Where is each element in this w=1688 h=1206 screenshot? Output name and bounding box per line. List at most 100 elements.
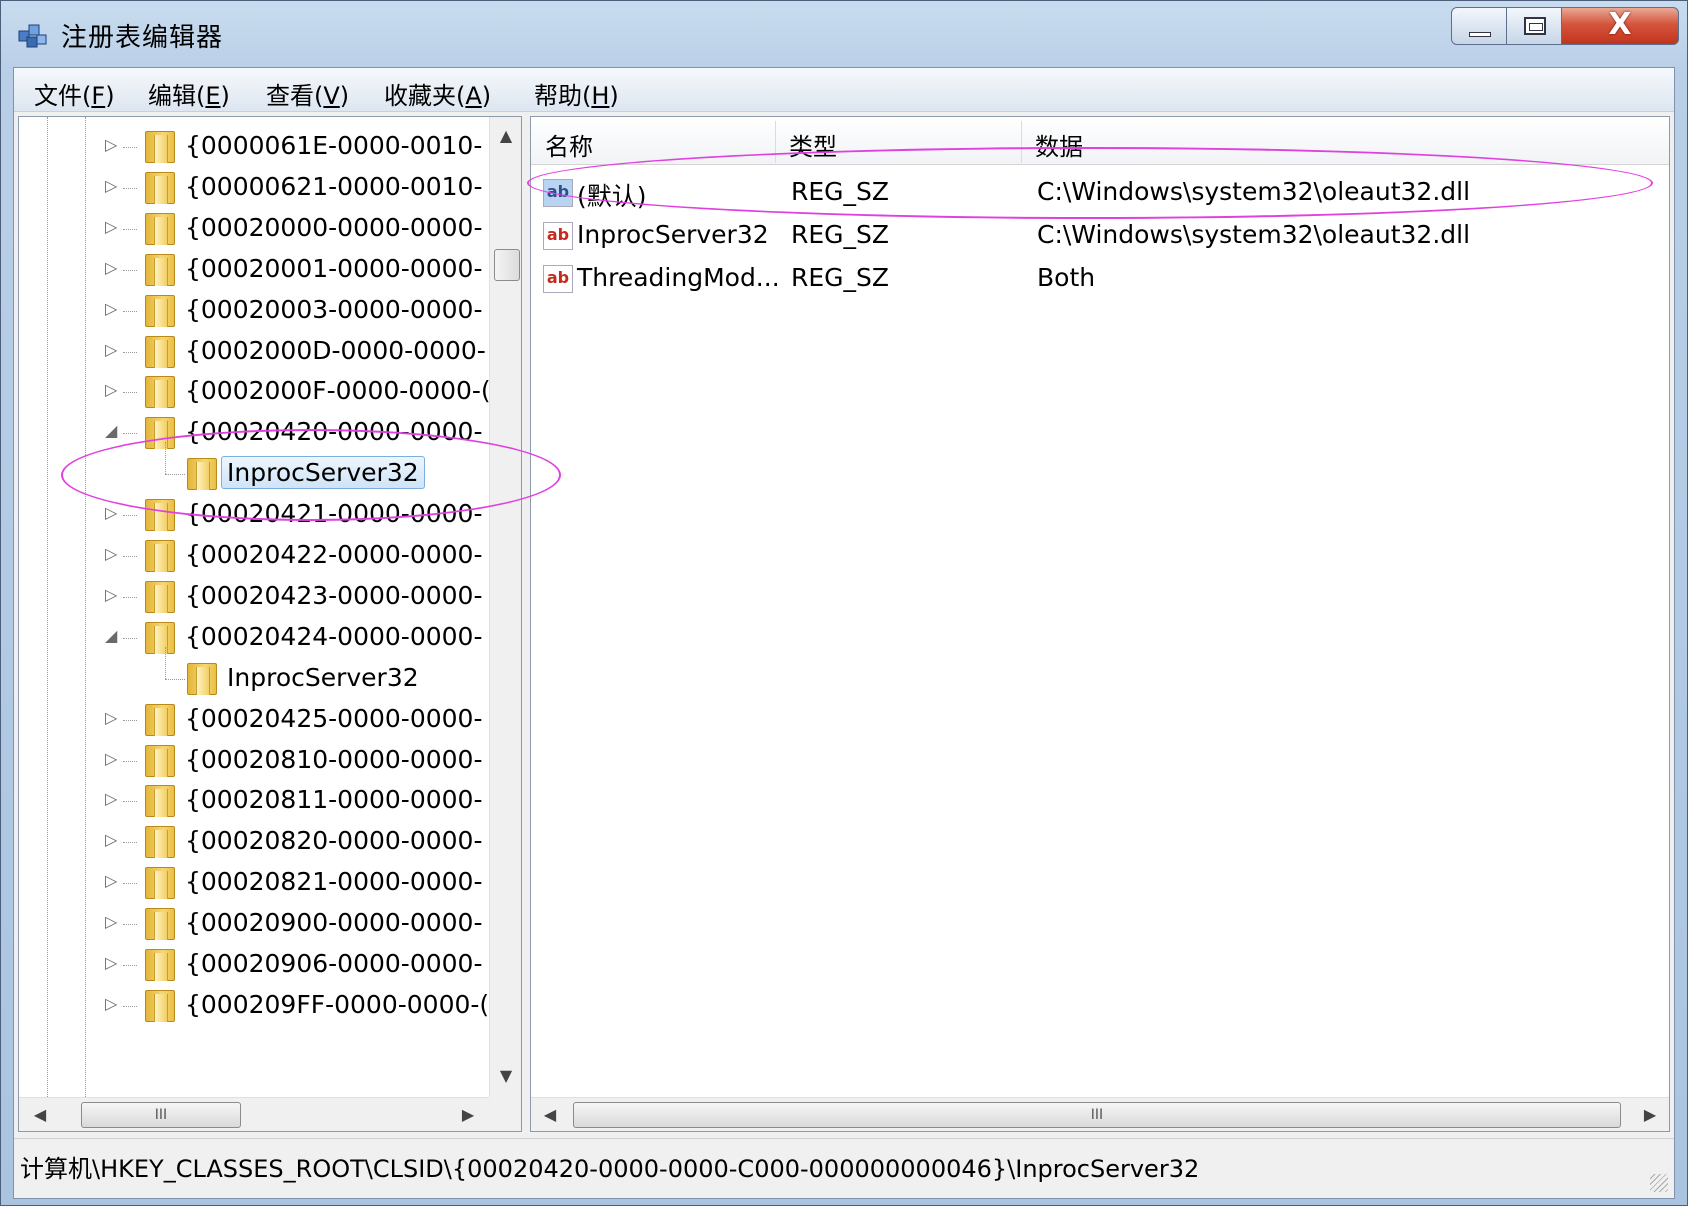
tree-item[interactable]: ▷ {00020906-0000-0000- — [19, 943, 489, 987]
status-bar: 计算机\HKEY_CLASSES_ROOT\CLSID\{00020420-00… — [14, 1138, 1674, 1198]
tree-item-label: {0002000D-0000-0000- — [185, 335, 486, 365]
column-separator[interactable] — [775, 121, 776, 163]
value-list-pane[interactable]: 名称 类型 数据 ◀ III ▶ ab (默认) REG_SZ C:\Windows\… — [530, 116, 1670, 1132]
pane-splitter[interactable] — [522, 116, 530, 1132]
collapsed-arrow-icon[interactable]: ▷ — [105, 953, 121, 973]
tree-item[interactable]: ▷ {00020821-0000-0000- — [19, 861, 489, 905]
tree-item-label: {000209FF-0000-0000-( — [185, 989, 490, 1019]
tree-hscroll-thumb[interactable]: III — [81, 1102, 241, 1128]
tree-scroll-thumb[interactable] — [494, 249, 520, 281]
tree-item[interactable]: ▷ {0002000D-0000-0000- — [19, 330, 489, 374]
collapsed-arrow-icon[interactable]: ▷ — [105, 585, 121, 605]
resize-grip-icon[interactable] — [1650, 1174, 1668, 1192]
list-hscroll-thumb[interactable]: III — [573, 1102, 1621, 1128]
close-button[interactable]: X — [1561, 7, 1679, 45]
collapsed-arrow-icon[interactable]: ▷ — [105, 871, 121, 891]
tree-item[interactable]: ▷ {00020000-0000-0000- — [19, 207, 489, 251]
tree-item[interactable]: ▷ {00020003-0000-0000- — [19, 289, 489, 333]
minimize-icon — [1469, 32, 1491, 37]
tree-item[interactable]: ▷ {0000061E-0000-0010- — [19, 125, 489, 169]
tree-item-label: {00020811-0000-0000- — [185, 785, 483, 815]
collapsed-arrow-icon[interactable]: ▷ — [105, 912, 121, 932]
tree-item[interactable]: ▷ {000209FF-0000-0000-( — [19, 984, 489, 1028]
tree-item[interactable]: ▷ {00020810-0000-0000- — [19, 739, 489, 783]
string-value-icon: ab — [543, 265, 573, 293]
menu-item-0[interactable]: 文件(F) — [26, 74, 123, 113]
tree-item[interactable]: ▷ {0002000F-0000-0000-( — [19, 370, 491, 414]
value-data: C:\Windows\system32\oleaut32.dll — [1037, 177, 1471, 206]
collapsed-arrow-icon[interactable]: ▷ — [105, 258, 121, 278]
collapsed-arrow-icon[interactable]: ▷ — [105, 299, 121, 319]
tree-item[interactable]: ▷ {00020423-0000-0000- — [19, 575, 489, 619]
expanded-arrow-icon[interactable]: ◢ — [105, 626, 121, 646]
tree-item[interactable]: ▷ {00020421-0000-0000- — [19, 493, 489, 537]
column-separator[interactable] — [1021, 121, 1022, 163]
column-header-name[interactable]: 名称 — [545, 127, 593, 162]
tree-item[interactable]: ▷ {00020900-0000-0000- — [19, 902, 489, 946]
scroll-down-arrow-icon[interactable]: ▼ — [490, 1061, 521, 1091]
tree-item[interactable]: ◢ {00020424-0000-0000- — [19, 616, 489, 660]
column-header-type[interactable]: 类型 — [789, 127, 837, 162]
scroll-left-arrow-icon[interactable]: ◀ — [25, 1100, 55, 1130]
scroll-right-arrow-icon[interactable]: ▶ — [1635, 1100, 1665, 1130]
scroll-up-arrow-icon[interactable]: ▲ — [490, 121, 521, 151]
tree-item[interactable]: ▷ {00020811-0000-0000- — [19, 779, 489, 823]
collapsed-arrow-icon[interactable]: ▷ — [105, 830, 121, 850]
scroll-right-arrow-icon[interactable]: ▶ — [453, 1100, 483, 1130]
tree-connector — [123, 556, 137, 557]
tree-item[interactable]: ▷ {00020001-0000-0000- — [19, 248, 489, 292]
expanded-arrow-icon[interactable]: ◢ — [105, 421, 121, 441]
tree-connector — [165, 442, 166, 475]
collapsed-arrow-icon[interactable]: ▷ — [105, 994, 121, 1014]
tree-item[interactable]: ▷ {00020422-0000-0000- — [19, 534, 489, 578]
collapsed-arrow-icon[interactable]: ▷ — [105, 708, 121, 728]
tree-item-label: {00020425-0000-0000- — [185, 703, 483, 733]
key-tree-pane[interactable]: ▲ ▼ ◀ III ▶ ▷ {0000061E-0000-0010- ▷ {00000… — [18, 116, 522, 1132]
list-horizontal-scrollbar[interactable]: ◀ III ▶ — [531, 1097, 1669, 1131]
folder-icon — [145, 867, 175, 900]
menu-item-4[interactable]: 帮助(H) — [526, 74, 627, 113]
title-bar[interactable]: 注册表编辑器 X — [1, 1, 1687, 67]
collapsed-arrow-icon[interactable]: ▷ — [105, 789, 121, 809]
collapsed-arrow-icon[interactable]: ▷ — [105, 380, 121, 400]
tree-item-label: {0000061E-0000-0010- — [185, 131, 483, 160]
menu-label-end: ) — [339, 82, 350, 110]
minimize-button[interactable] — [1451, 7, 1507, 45]
folder-icon — [187, 458, 217, 491]
collapsed-arrow-icon[interactable]: ▷ — [105, 544, 121, 564]
tree-item[interactable]: ▷ {00020820-0000-0000- — [19, 820, 489, 864]
tree-vertical-scrollbar[interactable]: ▲ ▼ — [489, 117, 521, 1097]
tree-item[interactable]: InprocServer32 — [19, 646, 489, 701]
scroll-left-arrow-icon[interactable]: ◀ — [535, 1100, 565, 1130]
value-row[interactable]: ab InprocServer32 REG_SZ C:\Windows\system3… — [531, 214, 1669, 258]
tree-item-label: {00020003-0000-0000- — [185, 294, 483, 324]
status-path: 计算机\HKEY_CLASSES_ROOT\CLSID\{00020420-00… — [20, 1155, 1200, 1183]
tree-item[interactable]: InprocServer32 — [19, 442, 489, 496]
collapsed-arrow-icon[interactable]: ▷ — [105, 176, 121, 196]
menu-accelerator: A — [465, 82, 482, 110]
value-row[interactable]: ab ThreadingMod... REG_SZ Both — [531, 257, 1669, 301]
collapsed-arrow-icon[interactable]: ▷ — [105, 135, 121, 155]
list-header: 名称 类型 数据 — [531, 117, 1669, 165]
collapsed-arrow-icon[interactable]: ▷ — [105, 340, 121, 360]
menu-item-3[interactable]: 收藏夹(A) — [376, 74, 499, 113]
tree-item[interactable]: ▷ {00020425-0000-0000- — [19, 698, 489, 742]
value-type: REG_SZ — [791, 177, 890, 206]
tree-item[interactable]: ◢ {00020420-0000-0000- — [19, 411, 489, 455]
collapsed-arrow-icon[interactable]: ▷ — [105, 503, 121, 523]
menu-item-1[interactable]: 编辑(E) — [140, 74, 238, 113]
column-header-data[interactable]: 数据 — [1035, 127, 1083, 162]
tree-connector — [123, 924, 137, 926]
string-value-icon: ab — [543, 179, 573, 207]
tree-horizontal-scrollbar[interactable]: ◀ III ▶ — [19, 1097, 489, 1131]
collapsed-arrow-icon[interactable]: ▷ — [105, 217, 121, 237]
tree-item-label: {00020906-0000-0000- — [185, 949, 483, 978]
tree-item[interactable]: ▷ {00000621-0000-0010- — [19, 166, 489, 210]
tree-connector — [123, 147, 137, 148]
registry-editor-icon — [18, 24, 47, 48]
menu-item-2[interactable]: 查看(V) — [258, 74, 357, 113]
folder-icon — [145, 785, 175, 818]
value-row[interactable]: ab (默认) REG_SZ C:\Windows\system32\oleaut32… — [531, 171, 1669, 215]
collapsed-arrow-icon[interactable]: ▷ — [105, 749, 121, 769]
maximize-button[interactable] — [1506, 7, 1562, 45]
